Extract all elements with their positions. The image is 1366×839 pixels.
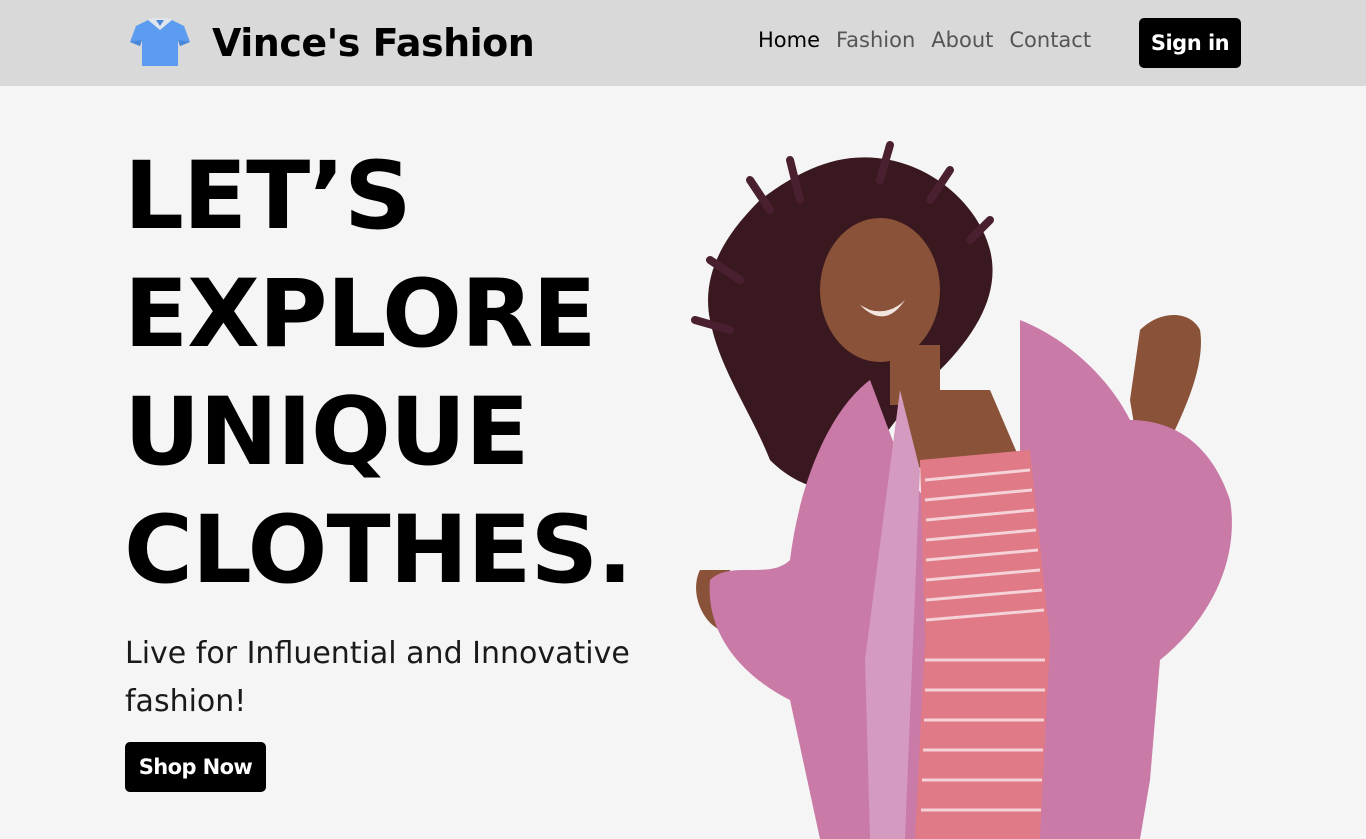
nav-links: Home Fashion About Contact xyxy=(758,28,1091,52)
hero-title-line-1: LET’S xyxy=(124,142,412,251)
nav-link-about[interactable]: About xyxy=(931,28,993,52)
hero-model-image xyxy=(691,141,1232,839)
shop-now-button[interactable]: Shop Now xyxy=(125,742,266,792)
hero-title-line-4: CLOTHES. xyxy=(124,496,633,605)
nav-item-contact: Contact xyxy=(1009,28,1091,52)
nav-link-fashion[interactable]: Fashion xyxy=(836,28,915,52)
nav-link-contact[interactable]: Contact xyxy=(1009,28,1091,52)
hero-title: LET’S EXPLORE UNIQUE CLOTHES. xyxy=(124,138,633,610)
hero-title-line-2: EXPLORE xyxy=(124,260,597,369)
navbar: Vince's Fashion Home Fashion About Conta… xyxy=(0,0,1366,86)
brand-name: Vince's Fashion xyxy=(212,21,535,65)
brand-link[interactable]: Vince's Fashion xyxy=(128,14,535,72)
nav-item-fashion: Fashion xyxy=(836,28,915,52)
nav-link-home[interactable]: Home xyxy=(758,28,820,52)
nav-item-about: About xyxy=(931,28,993,52)
nav-item-home: Home xyxy=(758,28,820,52)
sign-in-button[interactable]: Sign in xyxy=(1139,18,1241,68)
shirt-icon xyxy=(130,18,190,66)
hero-title-line-3: UNIQUE xyxy=(124,378,529,487)
hero-subtitle: Live for Influential and Innovative fash… xyxy=(125,636,630,719)
